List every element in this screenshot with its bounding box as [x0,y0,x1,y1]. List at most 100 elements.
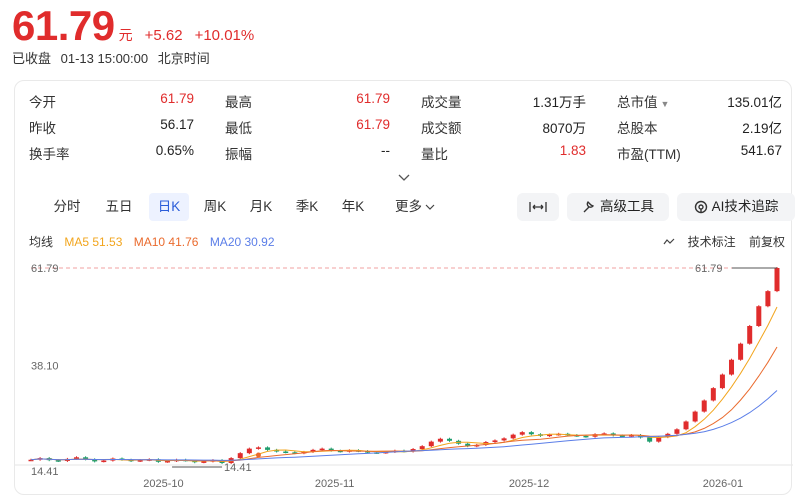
stats-row-2: 昨收 56.17 最低 61.79 成交额 8070万 总股本 2.19亿 [29,117,782,143]
candle-body [719,374,725,389]
tab-quarterly-k[interactable]: 季K [287,193,327,221]
max-price-label: 61.79 [695,263,723,275]
candle-body [683,421,689,430]
stats-row-3: 换手率 0.65% 振幅 -- 量比 1.83 市盈(TTM) 541.67 [29,143,782,169]
stat-turnover-amount: 成交额 8070万 [421,121,586,136]
tab-five-day[interactable]: 五日 [95,193,143,221]
candle-body [647,437,653,442]
candle-body [747,325,753,344]
candle-body [674,429,680,434]
candle-body [492,440,498,443]
stat-volume: 成交量 1.31万手 [421,95,586,110]
quote-panel: 今开 61.79 最高 61.79 成交量 1.31万手 总市值 ▼ 135.01亿 昨收… [14,80,795,496]
candle-body [237,453,243,459]
tech-annotation-toggle[interactable]: 技术标注 [663,235,736,249]
ma10-line [30,346,778,462]
x-tick-label: 2025-10 [143,478,183,490]
market-status-line: 已收盘 01-13 15:00:00 北京时间 [12,48,216,67]
candle-body [738,343,744,360]
candle-body [319,448,325,451]
stat-market-cap[interactable]: 总市值 ▼ 135.01亿 [617,91,782,111]
x-tick-label: 2026-01 [703,478,743,490]
candle-body [519,432,525,435]
candle-body [246,448,252,454]
candle-body [164,460,170,463]
annotation-icon [663,238,675,245]
chevron-down-icon [425,204,435,210]
stat-volume-ratio: 量比 1.83 [421,143,586,162]
x-tick-label: 2025-11 [315,478,355,490]
stat-low: 最低 61.79 [225,117,390,136]
stats-grid: 今开 61.79 最高 61.79 成交量 1.31万手 总市值 ▼ 135.01亿 昨收… [29,91,782,169]
ma5-line [30,306,778,463]
candle-body [437,438,443,442]
candle-body [765,291,771,307]
ma20-value: MA20 30.92 [209,235,275,249]
caret-down-icon[interactable]: ▼ [661,99,670,109]
candle-body [101,460,107,463]
candle-body [501,438,507,441]
candle-body [428,441,434,447]
y-tick-label: 61.79 [31,263,59,275]
candle-body [255,447,261,449]
ai-tech-tracking-button[interactable]: AI技术追踪 [677,193,795,221]
tab-weekly-k[interactable]: 周K [195,193,235,221]
ma5-value: MA5 51.53 [64,235,123,249]
tab-more[interactable]: 更多 [389,193,441,221]
candle-body [55,460,61,462]
candle-body [701,400,707,412]
candle-body [729,359,735,375]
quote-timezone: 北京时间 [157,51,210,66]
candle-body [528,432,534,435]
fit-width-button[interactable] [517,193,559,221]
min-price-label: 14.41 [224,462,252,474]
kline-chart-area[interactable]: 61.79 38.10 14.41 2025-10 2025-11 2025-12 2026… [15,251,793,496]
quote-datetime: 01-13 15:00:00 [60,51,149,66]
y-tick-label: 14.41 [31,466,59,478]
candle-body [419,446,425,450]
chart-toolbar: 分时 五日 日K 周K 月K 季K 年K 更多 高级工具 AI技术追踪 [29,193,795,221]
stat-high: 最高 61.79 [225,91,390,110]
ma10-value: MA10 41.76 [133,235,199,249]
candle-body [583,435,589,438]
kline-chart[interactable]: 61.79 38.10 14.41 2025-10 2025-11 2025-12 2026… [15,251,793,496]
tab-monthly-k[interactable]: 月K [241,193,281,221]
chart-options: 技术标注 前复权 [653,233,785,250]
ai-tracking-icon [694,201,707,214]
quote-header: 61.79 元 +5.62 +10.01% [12,2,255,49]
currency-unit: 元 [118,27,133,43]
tab-daily-k[interactable]: 日K [149,193,189,221]
tab-intraday[interactable]: 分时 [43,193,91,221]
stat-pe-ttm: 市盈(TTM) 541.67 [617,143,782,162]
ma-label: 均线 [29,235,54,249]
candle-body [446,438,452,441]
stat-open: 今开 61.79 [29,91,194,110]
event-marker-dot [255,452,261,458]
candle-body [756,306,762,326]
stats-row-1: 今开 61.79 最高 61.79 成交量 1.31万手 总市值 ▼ 135.01亿 [29,91,782,117]
stat-turnover-rate: 换手率 0.65% [29,143,194,162]
x-tick-label: 2025-12 [509,478,549,490]
candle-body [692,411,698,422]
candle-body [774,268,780,292]
price-change: +5.62 [144,27,183,44]
moving-average-legend: 均线 MA5 51.53 MA10 41.76 MA20 30.92 技术标注 … [29,233,785,249]
tools-icon [583,201,595,213]
current-price: 61.79 [12,2,115,49]
tab-yearly-k[interactable]: 年K [333,193,373,221]
stat-amplitude: 振幅 -- [225,143,390,162]
candle-body [265,447,271,450]
market-status: 已收盘 [12,51,52,66]
candle-body [510,434,516,439]
candle-body [283,451,289,454]
adjust-mode-select[interactable]: 前复权 [749,235,785,249]
advanced-tools-button[interactable]: 高级工具 [567,193,669,221]
stat-total-shares: 总股本 2.19亿 [617,121,782,136]
fit-width-icon [529,202,547,213]
y-tick-label: 38.10 [31,361,59,373]
price-change-percent: +10.01% [194,27,255,44]
stat-prev-close: 昨收 56.17 [29,117,194,136]
candle-body [201,461,207,463]
expand-stats-chevron-icon[interactable] [398,171,410,185]
candle-body [710,388,716,401]
